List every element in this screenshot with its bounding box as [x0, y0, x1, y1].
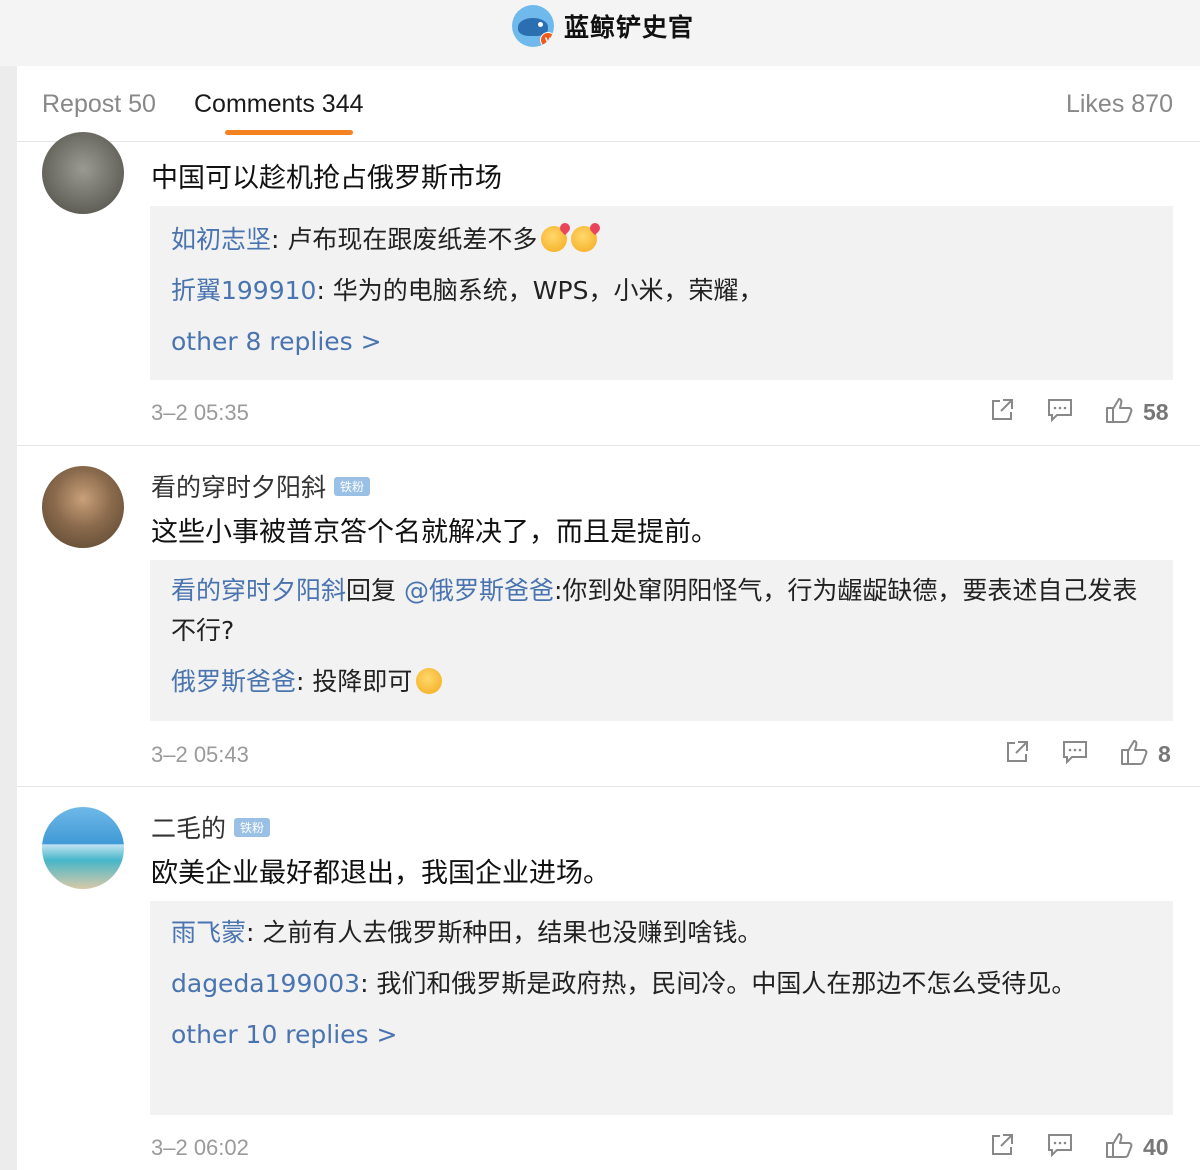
account-name[interactable]: 蓝鲸铲史官	[564, 8, 694, 44]
account-header[interactable]: v 蓝鲸铲史官	[512, 5, 694, 47]
reply-item: dageda199003: 我们和俄罗斯是政府热，民间冷。中国人在那边不怎么受待…	[171, 964, 1153, 1004]
left-gutter	[0, 66, 17, 1170]
comment-icon[interactable]	[1047, 397, 1073, 427]
reply-text: : 华为的电脑系统，WPS，小米，荣耀，	[316, 276, 764, 305]
reply-item: 折翼199910: 华为的电脑系统，WPS，小米，荣耀，	[171, 271, 1153, 311]
heart-face-emoji-icon	[571, 226, 598, 252]
like-count: 8	[1158, 740, 1171, 767]
reply-username[interactable]: 看的穿时夕阳斜	[171, 576, 346, 605]
reply-text: : 卢布现在跟废纸差不多	[271, 225, 538, 254]
comment-text: 中国可以趁机抢占俄罗斯市场	[151, 163, 502, 194]
comment-username-row: 二毛的 铁粉	[151, 809, 271, 845]
reply-box[interactable]: 看的穿时夕阳斜回复 @俄罗斯爸爸:你到处窜阴阳怪气，行为龌龊缺德，要表述自己发表…	[150, 560, 1173, 721]
reply-text: 回复	[346, 576, 404, 605]
reply-username[interactable]: 如初志坚	[171, 225, 271, 254]
tab-repost[interactable]: Repost 50	[42, 90, 156, 119]
laughing-crying-emoji-icon	[416, 668, 443, 694]
tab-bar: Repost 50 Comments 344 Likes 870	[17, 66, 1200, 142]
active-tab-indicator	[225, 130, 353, 135]
reply-item: 雨飞蒙: 之前有人去俄罗斯种田，结果也没赚到啥钱。	[171, 913, 1153, 953]
like-icon[interactable]	[1120, 738, 1148, 770]
comment-username[interactable]: 二毛的	[151, 809, 226, 845]
share-icon[interactable]	[989, 1132, 1015, 1162]
comment-icon[interactable]	[1062, 739, 1088, 769]
comment-actions: 58	[989, 396, 1169, 428]
mention-link[interactable]: @俄罗斯爸爸	[404, 576, 554, 605]
like-count: 58	[1143, 398, 1169, 425]
comment-timestamp: 3–2 05:35	[151, 400, 249, 425]
more-replies-link[interactable]: other 10 replies >	[171, 1015, 1153, 1055]
reply-text: : 投降即可	[296, 667, 413, 696]
comment-item: 中国可以趁机抢占俄罗斯市场 如初志坚: 卢布现在跟废纸差不多 折翼199910:…	[17, 132, 1200, 445]
tab-comments[interactable]: Comments 344	[194, 90, 364, 119]
like-icon[interactable]	[1105, 396, 1133, 428]
fan-badge: 铁粉	[334, 476, 371, 496]
comment-actions: 40	[989, 1131, 1169, 1163]
comment-text: 欧美企业最好都退出，我国企业进场。	[151, 858, 610, 889]
share-icon[interactable]	[989, 397, 1015, 427]
comment-item: 看的穿时夕阳斜 铁粉 这些小事被普京答个名就解决了，而且是提前。 看的穿时夕阳斜…	[17, 446, 1200, 786]
like-icon[interactable]	[1105, 1131, 1133, 1163]
like-count: 40	[1143, 1133, 1169, 1160]
reply-item: 如初志坚: 卢布现在跟废纸差不多	[171, 220, 1153, 260]
reply-item: 俄罗斯爸爸: 投降即可	[171, 662, 1153, 702]
reply-box[interactable]: 如初志坚: 卢布现在跟废纸差不多 折翼199910: 华为的电脑系统，WPS，小…	[150, 206, 1173, 380]
comment-username[interactable]: 看的穿时夕阳斜	[151, 468, 326, 504]
avatar[interactable]	[42, 807, 124, 889]
avatar[interactable]	[42, 466, 124, 548]
reply-username[interactable]: 俄罗斯爸爸	[171, 667, 296, 696]
reply-text: : 我们和俄罗斯是政府热，民间冷。中国人在那边不怎么受待见。	[360, 969, 1077, 998]
top-header: v 蓝鲸铲史官	[0, 0, 1200, 66]
comment-timestamp: 3–2 05:43	[151, 742, 249, 767]
account-avatar-icon[interactable]: v	[512, 5, 554, 47]
comment-text: 这些小事被普京答个名就解决了，而且是提前。	[151, 517, 718, 548]
reply-box[interactable]: 雨飞蒙: 之前有人去俄罗斯种田，结果也没赚到啥钱。 dageda199003: …	[150, 901, 1173, 1115]
comment-item: 二毛的 铁粉 欧美企业最好都退出，我国企业进场。 雨飞蒙: 之前有人去俄罗斯种田…	[17, 787, 1200, 1170]
more-replies-link[interactable]: other 8 replies >	[171, 322, 1153, 362]
reply-item: 看的穿时夕阳斜回复 @俄罗斯爸爸:你到处窜阴阳怪气，行为龌龊缺德，要表述自己发表…	[171, 571, 1153, 651]
verified-icon: v	[540, 32, 554, 47]
avatar[interactable]	[42, 132, 124, 214]
tab-likes[interactable]: Likes 870	[1066, 90, 1173, 119]
share-icon[interactable]	[1004, 739, 1030, 769]
reply-text: : 之前有人去俄罗斯种田，结果也没赚到啥钱。	[246, 918, 763, 947]
comment-icon[interactable]	[1047, 1132, 1073, 1162]
comment-timestamp: 3–2 06:02	[151, 1135, 249, 1160]
reply-username[interactable]: 折翼199910	[171, 276, 316, 305]
fan-badge: 铁粉	[234, 817, 271, 837]
reply-username[interactable]: 雨飞蒙	[171, 918, 246, 947]
reply-username[interactable]: dageda199003	[171, 969, 360, 998]
comment-actions: 8	[1004, 738, 1171, 770]
comment-username-row: 看的穿时夕阳斜 铁粉	[151, 468, 371, 504]
heart-face-emoji-icon	[541, 226, 568, 252]
